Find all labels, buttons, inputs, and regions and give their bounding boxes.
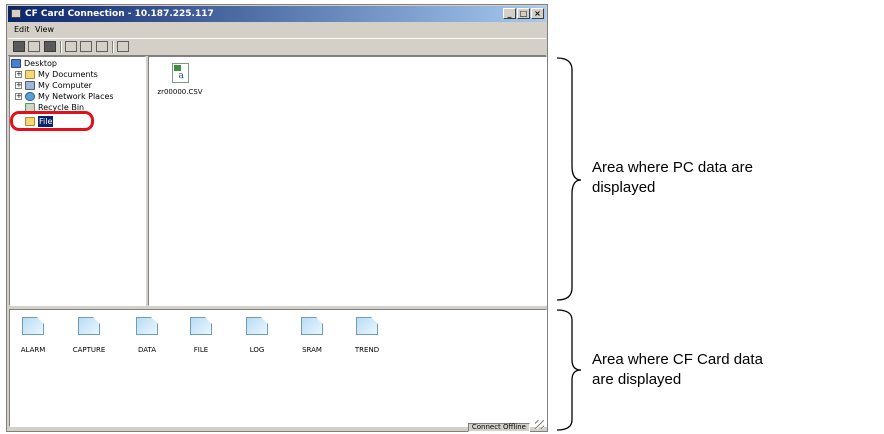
tree-item-label: My Network Places [38,92,114,101]
cf-folder-alarm[interactable]: ALARM [13,317,53,354]
cf-card-data-pane: ALARM CAPTURE DATA FILE LOG SRAM TREND [9,309,547,427]
tree-item-label: My Computer [38,81,92,90]
folder-icon [246,317,268,335]
tree-item-label: Desktop [24,59,57,68]
csv-file-icon: a [171,63,189,83]
maximize-button[interactable]: □ [517,8,530,19]
cf-folder-label: LOG [249,346,265,354]
cf-area-brace [556,309,582,431]
network-icon [25,92,35,101]
expand-icon[interactable]: + [15,71,22,78]
cf-folder-label: DATA [137,346,157,354]
annotation-line: Area where PC data are [592,159,753,176]
window-title: CF Card Connection - 10.187.225.117 [25,9,214,19]
cf-folder-label: TREND [354,346,380,354]
title-bar[interactable]: CF Card Connection - 10.187.225.117 _ □ … [8,6,546,22]
cf-folder-sram[interactable]: SRAM [292,317,332,354]
copy-to-cf-icon[interactable] [13,41,25,52]
folder-icon [78,317,100,335]
annotation-line: are displayed [592,371,682,388]
highlight-circle [10,111,94,131]
resize-grip-icon[interactable] [535,420,544,429]
minimize-button[interactable]: _ [503,8,516,19]
cf-card-connection-window: CF Card Connection - 10.187.225.117 _ □ … [6,4,548,432]
menu-edit[interactable]: Edit [14,24,30,36]
pc-area-brace [556,57,582,301]
connection-status: Connect Offline [467,423,530,432]
tree-item-label: My Documents [38,70,98,79]
pc-data-pane: a zr00000.CSV [148,56,547,306]
toolbar [8,38,546,56]
details-view-icon[interactable] [117,41,129,52]
large-icons-view-icon[interactable] [65,41,77,52]
toolbar-separator [112,41,114,53]
cf-folder-file[interactable]: FILE [181,317,221,354]
expand-icon[interactable]: + [15,93,22,100]
cf-folder-label: FILE [193,346,209,354]
small-icons-view-icon[interactable] [80,41,92,52]
app-icon [11,9,21,18]
cf-folder-trend[interactable]: TREND [347,317,387,354]
folder-icon [301,317,323,335]
file-item-label: zr00000.CSV [157,88,203,96]
computer-icon [25,81,35,90]
expand-icon[interactable]: + [15,82,22,89]
desktop-icon [11,59,21,68]
cf-folder-label: CAPTURE [72,346,106,354]
folder-icon [190,317,212,335]
delete-icon[interactable] [44,41,56,52]
folder-tree: Desktop + My Documents + My Computer + M… [9,56,146,306]
list-view-icon[interactable] [96,41,108,52]
folder-icon [25,70,35,79]
cf-folder-log[interactable]: LOG [237,317,277,354]
menu-bar: Edit View [8,24,546,36]
folder-icon [356,317,378,335]
toolbar-separator [60,41,62,53]
folder-icon [136,317,158,335]
annotation-line: Area where CF Card data [592,351,763,368]
folder-icon [22,317,44,335]
file-item[interactable]: a zr00000.CSV [155,63,205,96]
cf-folder-capture[interactable]: CAPTURE [69,317,109,354]
copy-icon[interactable] [28,41,40,52]
close-button[interactable]: × [531,8,544,19]
menu-view[interactable]: View [35,24,54,36]
pc-area-annotation: Area where PC data are displayed [592,158,753,198]
status-bar: Connect Offline [9,420,546,432]
cf-folder-data[interactable]: DATA [127,317,167,354]
cf-folder-label: ALARM [20,346,46,354]
cf-area-annotation: Area where CF Card data are displayed [592,350,763,390]
annotation-line: displayed [592,179,656,196]
cf-folder-label: SRAM [302,346,322,354]
